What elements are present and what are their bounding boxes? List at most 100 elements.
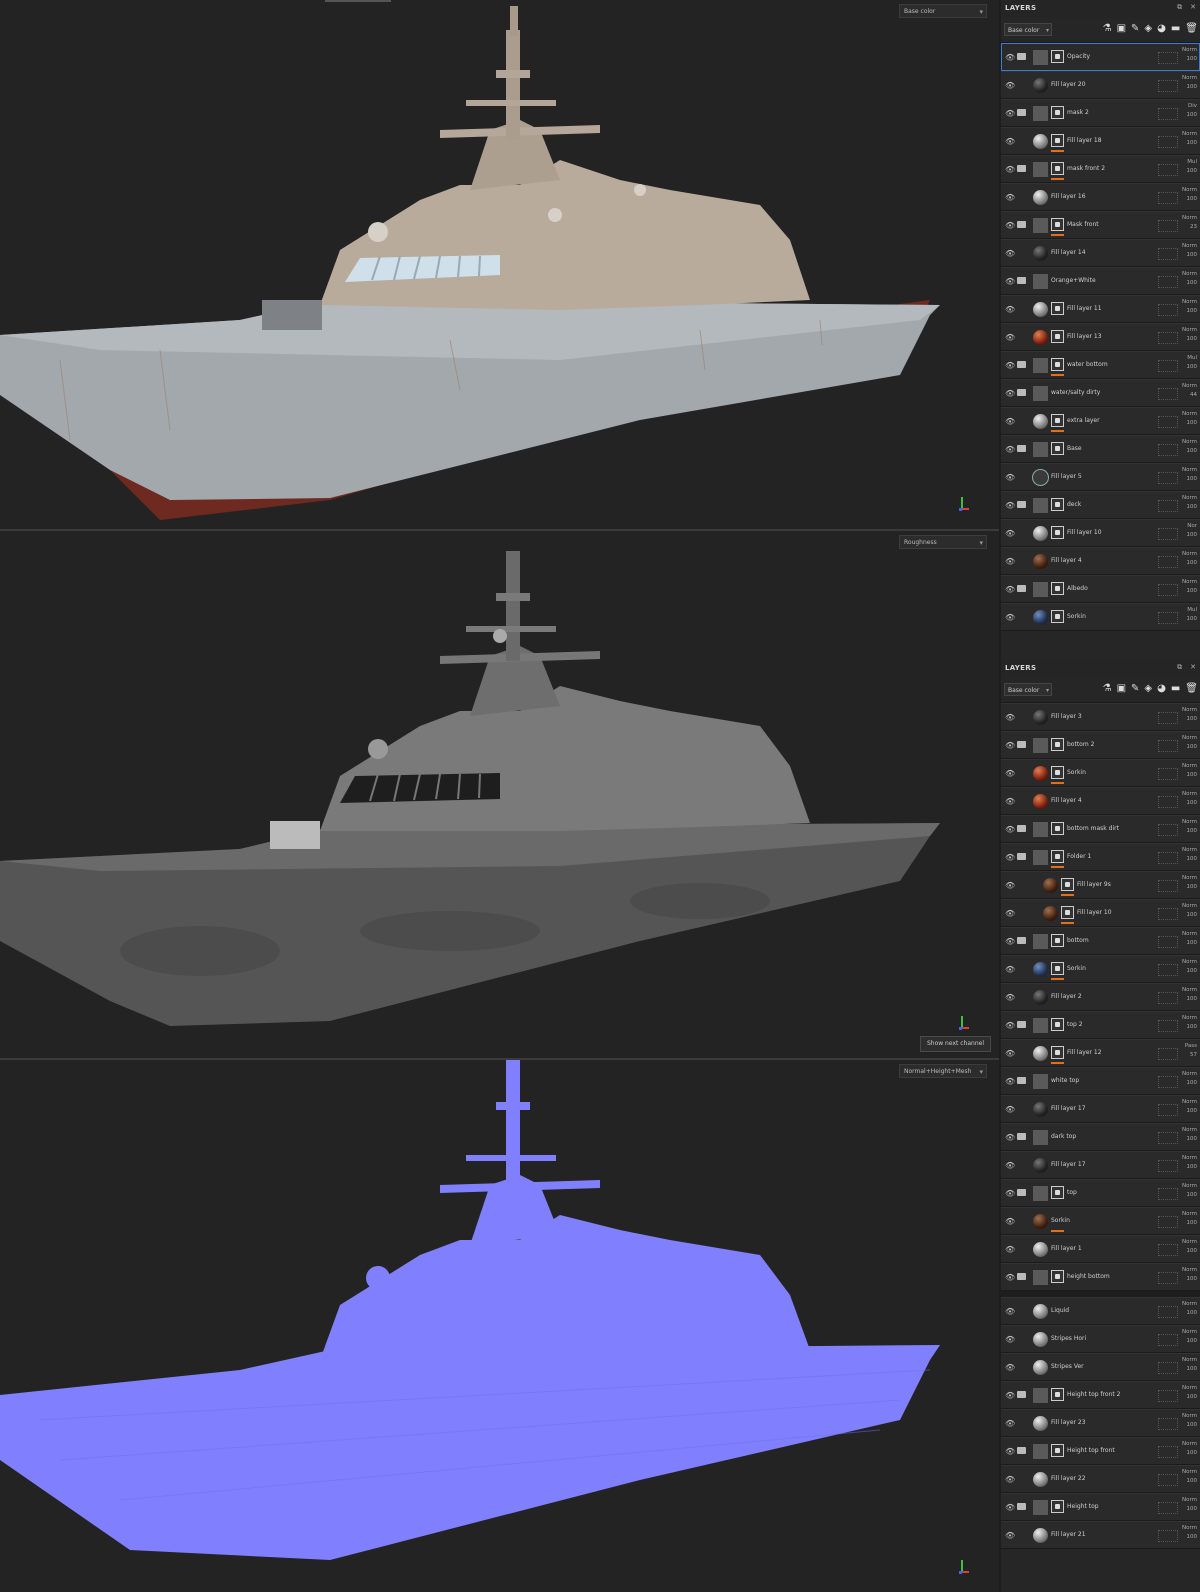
blend-mode-dropdown[interactable]: Norm 100 [1182, 438, 1197, 456]
mask-icon[interactable] [1061, 878, 1074, 891]
visibility-eye-icon[interactable]: 👁 [1005, 1105, 1015, 1114]
blend-mode-dropdown[interactable]: Norm 100 [1182, 902, 1197, 920]
layer-row[interactable]: 👁 Opacity Norm 100 [1001, 43, 1200, 71]
layer-row[interactable]: 👁 bottom 2 Norm 100 [1001, 731, 1200, 759]
visibility-eye-icon[interactable]: 👁 [1005, 165, 1015, 174]
layer-thumbnail[interactable] [1032, 105, 1049, 122]
mask-icon[interactable] [1051, 1500, 1064, 1513]
add-folder-icon[interactable]: ▬ [1171, 23, 1180, 34]
layer-name[interactable]: Sorkin [1051, 1217, 1070, 1224]
layer-thumbnail[interactable] [1032, 961, 1049, 978]
mask-icon[interactable] [1051, 1018, 1064, 1031]
visibility-eye-icon[interactable]: 👁 [1005, 769, 1015, 778]
layer-thumbnail[interactable] [1042, 877, 1059, 894]
viewport-roughness[interactable]: Roughness ▾ Show next channel [0, 531, 999, 1058]
visibility-eye-icon[interactable]: 👁 [1005, 937, 1015, 946]
layer-thumbnail[interactable] [1032, 1185, 1049, 1202]
layer-row[interactable]: 👁 Fill layer 10 Norm 100 [1001, 899, 1200, 927]
visibility-eye-icon[interactable]: 👁 [1005, 1245, 1015, 1254]
visibility-eye-icon[interactable]: 👁 [1005, 361, 1015, 370]
visibility-eye-icon[interactable]: 👁 [1005, 389, 1015, 398]
add-effect-icon[interactable]: ⚗ [1103, 23, 1112, 34]
folder-icon[interactable] [1017, 1391, 1026, 1398]
layer-thumbnail[interactable] [1032, 553, 1049, 570]
opacity-value[interactable]: 100 [1187, 363, 1198, 372]
folder-icon[interactable] [1017, 361, 1026, 368]
folder-icon[interactable] [1017, 1503, 1026, 1510]
blend-mode-dropdown[interactable]: Norm 100 [1182, 846, 1197, 864]
folder-icon[interactable] [1017, 1447, 1026, 1454]
layer-name[interactable]: Height top [1067, 1503, 1099, 1510]
visibility-eye-icon[interactable]: 👁 [1005, 1021, 1015, 1030]
blend-mode-dropdown[interactable]: Norm 23 [1182, 214, 1197, 232]
blend-mode-dropdown[interactable]: Norm 100 [1182, 1210, 1197, 1228]
layer-row[interactable]: 👁 height bottom Norm 100 [1001, 1263, 1200, 1291]
blend-mode-dropdown[interactable]: Norm 100 [1182, 46, 1197, 64]
opacity-value[interactable]: 100 [1182, 419, 1198, 428]
layer-name[interactable]: Fill layer 10 [1067, 529, 1102, 536]
popout-icon[interactable]: ⧉ [1177, 3, 1182, 11]
folder-icon[interactable] [1017, 389, 1026, 396]
layer-thumbnail[interactable] [1032, 469, 1049, 486]
layer-name[interactable]: Fill layer 5 [1051, 473, 1082, 480]
layer-name[interactable]: Stripes Ver [1051, 1363, 1084, 1370]
layer-name[interactable]: Fill layer 3 [1051, 713, 1082, 720]
opacity-value[interactable]: 100 [1182, 1163, 1198, 1172]
layer-name[interactable]: Fill layer 2 [1051, 993, 1082, 1000]
mask-icon[interactable] [1051, 498, 1064, 511]
visibility-eye-icon[interactable]: 👁 [1005, 1189, 1015, 1198]
layer-name[interactable]: Height top front [1067, 1447, 1115, 1454]
layer-thumbnail[interactable] [1032, 709, 1049, 726]
layer-row[interactable]: 👁 Fill layer 14 Norm 100 [1001, 239, 1200, 267]
layer-name[interactable]: Base [1067, 445, 1082, 452]
visibility-eye-icon[interactable]: 👁 [1005, 277, 1015, 286]
mask-icon[interactable] [1051, 962, 1064, 975]
blend-mode-dropdown[interactable]: Norm 100 [1182, 186, 1197, 204]
layer-name[interactable]: bottom mask dirt [1067, 825, 1119, 832]
layer-name[interactable]: mask front 2 [1067, 165, 1105, 172]
layer-row[interactable]: 👁 Orange+White Norm 100 [1001, 267, 1200, 295]
layer-name[interactable]: mask 2 [1067, 109, 1089, 116]
blend-mode-dropdown[interactable]: Norm 100 [1182, 494, 1197, 512]
layer-name[interactable]: height bottom [1067, 1273, 1110, 1280]
opacity-value[interactable]: 100 [1182, 1421, 1198, 1430]
mask-icon[interactable] [1051, 526, 1064, 539]
layer-name[interactable]: Fill layer 21 [1051, 1531, 1086, 1538]
blend-mode-dropdown[interactable]: Div 100 [1187, 102, 1198, 120]
layer-row[interactable]: 👁 water bottom Mul 100 [1001, 351, 1200, 379]
mask-icon[interactable] [1051, 162, 1064, 175]
visibility-eye-icon[interactable]: 👁 [1005, 585, 1015, 594]
layer-name[interactable]: Height top front 2 [1067, 1391, 1120, 1398]
layer-thumbnail[interactable] [1032, 49, 1049, 66]
layer-row[interactable]: 👁 Liquid Norm 100 [1001, 1297, 1200, 1325]
layer-row[interactable]: 👁 Fill layer 3 Norm 100 [1001, 703, 1200, 731]
visibility-eye-icon[interactable]: 👁 [1005, 1217, 1015, 1226]
layer-name[interactable]: deck [1067, 501, 1081, 508]
layer-row[interactable]: 👁 bottom Norm 100 [1001, 927, 1200, 955]
opacity-value[interactable]: 100 [1182, 251, 1198, 260]
layer-name[interactable]: top [1067, 1189, 1077, 1196]
layer-thumbnail[interactable] [1032, 581, 1049, 598]
mask-icon[interactable] [1051, 1186, 1064, 1199]
opacity-value[interactable]: 100 [1182, 1191, 1198, 1200]
blend-mode-dropdown[interactable]: Norm 100 [1182, 1524, 1197, 1542]
mask-icon[interactable] [1051, 610, 1064, 623]
visibility-eye-icon[interactable]: 👁 [1005, 1531, 1015, 1540]
layer-name[interactable]: Folder 1 [1067, 853, 1091, 860]
visibility-eye-icon[interactable]: 👁 [1005, 853, 1015, 862]
layer-name[interactable]: Fill layer 4 [1051, 557, 1082, 564]
visibility-eye-icon[interactable]: 👁 [1005, 1475, 1015, 1484]
mask-icon[interactable] [1051, 414, 1064, 427]
opacity-value[interactable]: 100 [1182, 939, 1198, 948]
paint-layer-icon[interactable]: ✎ [1131, 23, 1139, 34]
opacity-value[interactable]: 100 [1182, 307, 1198, 316]
visibility-eye-icon[interactable]: 👁 [1005, 417, 1015, 426]
visibility-eye-icon[interactable]: 👁 [1005, 1077, 1015, 1086]
blend-mode-dropdown[interactable]: Norm 100 [1182, 1266, 1197, 1284]
layer-thumbnail[interactable] [1032, 821, 1049, 838]
layer-thumbnail[interactable] [1032, 1073, 1049, 1090]
layer-name[interactable]: Fill layer 22 [1051, 1475, 1086, 1482]
opacity-value[interactable]: 100 [1182, 447, 1198, 456]
visibility-eye-icon[interactable]: 👁 [1005, 993, 1015, 1002]
layer-row[interactable]: 👁 Sorkin Norm 100 [1001, 955, 1200, 983]
